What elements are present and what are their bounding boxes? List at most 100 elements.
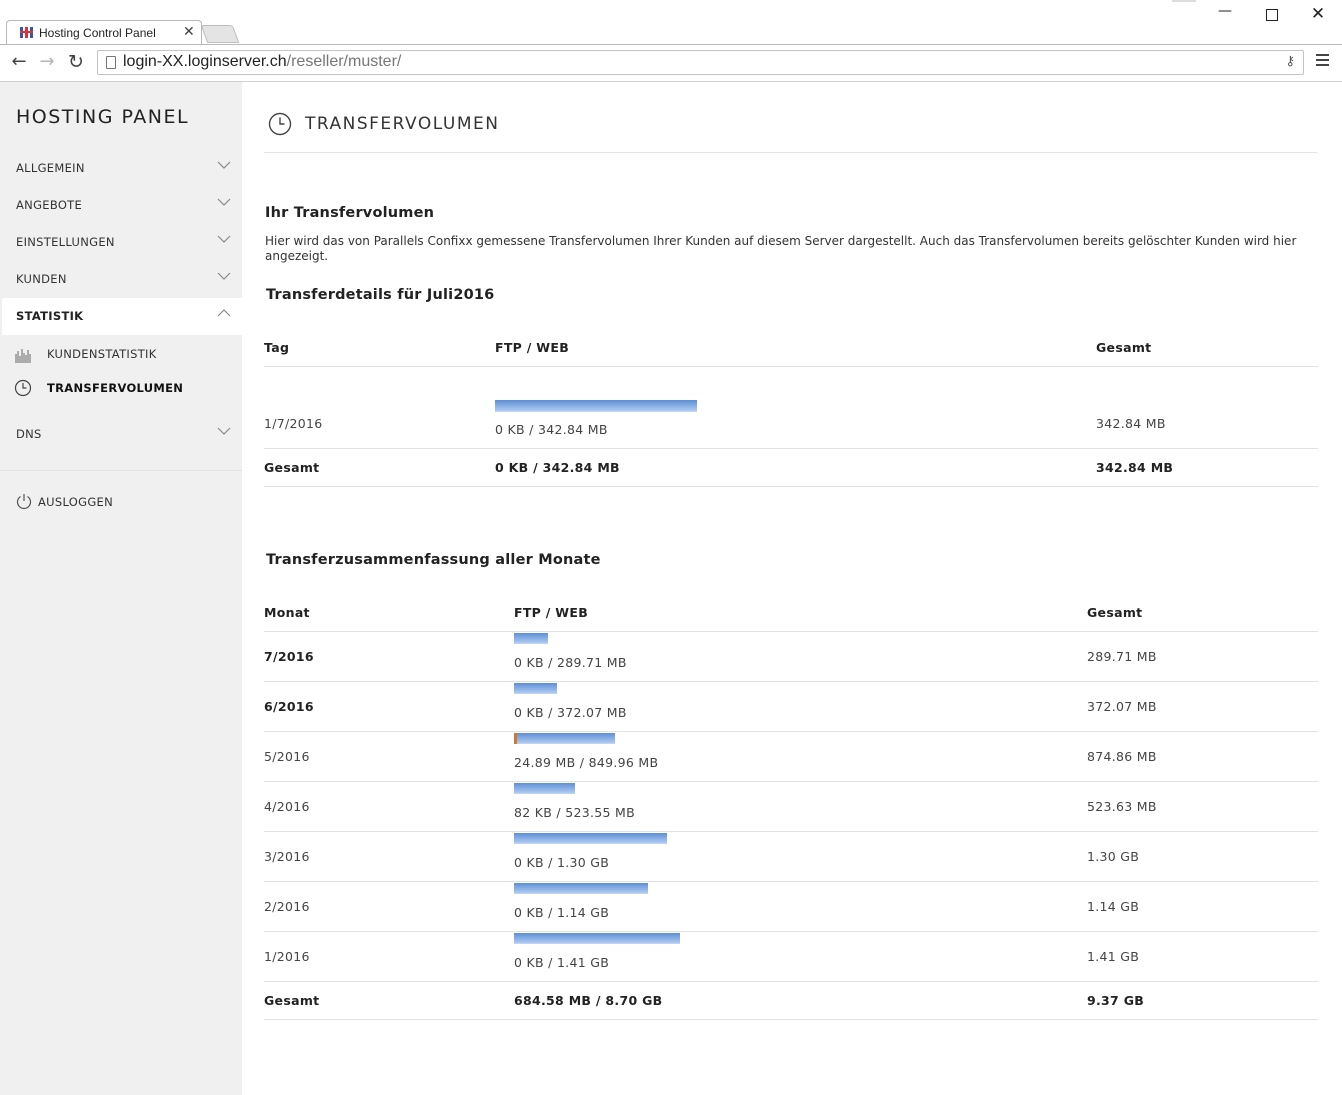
summary-col-month: Monat <box>264 605 310 620</box>
logout-label: AUSLOGGEN <box>38 495 114 509</box>
chevron-down-icon <box>217 235 231 243</box>
summary-ftpweb: 0 KB / 372.07 MB <box>514 705 627 720</box>
chevron-down-icon <box>217 427 231 435</box>
summary-transfer-bar <box>514 883 648 894</box>
details-day: 1/7/2016 <box>264 416 323 431</box>
key-icon[interactable]: ⚷ <box>1285 54 1295 69</box>
power-icon <box>16 494 32 510</box>
summary-row-divider <box>264 781 1318 782</box>
summary-total: 523.63 MB <box>1087 799 1157 814</box>
main-content: TRANSFERVOLUMEN Ihr Transfervolumen Hier… <box>242 82 1342 1095</box>
summary-month: 7/2016 <box>264 649 314 664</box>
summary-sum-ftpweb: 684.58 MB / 8.70 GB <box>514 993 663 1008</box>
details-heading: Transferdetails für Juli2016 <box>266 287 495 303</box>
details-sum-label: Gesamt <box>264 460 320 475</box>
sub-item-transfervolumen[interactable]: TRANSFERVOLUMEN <box>0 373 242 403</box>
summary-row-divider <box>264 881 1318 882</box>
summary-transfer-bar <box>514 933 680 944</box>
window-close-icon[interactable]: ✕ <box>1306 4 1330 24</box>
details-row-divider <box>264 448 1318 449</box>
summary-sum-label: Gesamt <box>264 993 320 1008</box>
tab-title: Hosting Control Panel <box>39 26 156 40</box>
sub-item-label: KUNDENSTATISTIK <box>47 347 157 361</box>
nav-item-dns[interactable]: DNS <box>0 416 242 453</box>
page-title: TRANSFERVOLUMEN <box>305 114 500 134</box>
summary-total: 1.41 GB <box>1087 949 1140 964</box>
reload-icon[interactable]: ↻ <box>65 51 87 73</box>
summary-ftpweb: 0 KB / 289.71 MB <box>514 655 627 670</box>
favicon-icon <box>19 26 35 39</box>
summary-total: 289.71 MB <box>1087 649 1157 664</box>
summary-transfer-bar <box>514 833 667 844</box>
sidebar: HOSTING PANEL ALLGEMEIN ANGEBOTE EINSTEL… <box>0 82 242 1095</box>
summary-heading: Transferzusammenfassung aller Monate <box>266 552 601 568</box>
clock-icon <box>14 379 32 397</box>
clock-icon <box>268 112 292 136</box>
summary-total: 874.86 MB <box>1087 749 1157 764</box>
summary-transfer-bar <box>514 733 615 744</box>
minimize-icon[interactable]: — <box>1213 3 1237 23</box>
nav-item-kunden[interactable]: KUNDEN <box>0 261 242 298</box>
address-bar[interactable]: login-XX.loginserver.ch/reseller/muster/… <box>97 50 1304 75</box>
details-header-divider <box>264 366 1318 367</box>
summary-transfer-bar <box>514 683 557 694</box>
menu-icon[interactable] <box>1316 54 1329 69</box>
summary-transfer-bar <box>514 783 575 794</box>
chevron-down-icon <box>217 161 231 169</box>
summary-col-total: Gesamt <box>1087 605 1143 620</box>
url-path: /reseller/muster/ <box>286 53 402 70</box>
summary-row-divider <box>264 731 1318 732</box>
brand-title: HOSTING PANEL <box>16 106 190 128</box>
summary-row-divider <box>264 931 1318 932</box>
summary-ftpweb: 24.89 MB / 849.96 MB <box>514 755 659 770</box>
summary-ftpweb: 0 KB / 1.14 GB <box>514 905 610 920</box>
details-col-day: Tag <box>264 340 290 355</box>
browser-chrome: Hosting Control Panel ✕ — ✕ ← → ↻ login-… <box>0 0 1342 82</box>
summary-month: 5/2016 <box>264 749 310 764</box>
nav-item-einstellungen[interactable]: EINSTELLUNGEN <box>0 224 242 261</box>
summary-ftpweb: 0 KB / 1.30 GB <box>514 855 610 870</box>
details-sum-total: 342.84 MB <box>1096 460 1174 475</box>
maximize-icon[interactable] <box>1260 5 1284 25</box>
summary-row-divider <box>264 681 1318 682</box>
details-ftpweb: 0 KB / 342.84 MB <box>495 422 608 437</box>
intro-text: Hier wird das von Parallels Confixx geme… <box>265 234 1297 263</box>
browser-tab[interactable]: Hosting Control Panel ✕ <box>6 20 202 44</box>
url-host: login-XX.loginserver.ch <box>123 53 287 70</box>
chevron-down-icon <box>217 198 231 206</box>
summary-header-divider <box>264 631 1318 632</box>
nav-label: ANGEBOTE <box>16 198 83 212</box>
nav-item-allgemein[interactable]: ALLGEMEIN <box>0 150 242 187</box>
browser-toolbar: ← → ↻ login-XX.loginserver.ch/reseller/m… <box>0 44 1342 81</box>
logout-button[interactable]: AUSLOGGEN <box>0 486 242 516</box>
new-tab-button[interactable] <box>200 25 240 43</box>
forward-arrow-icon[interactable]: → <box>36 51 58 73</box>
nav-item-angebote[interactable]: ANGEBOTE <box>0 187 242 224</box>
nav-label: ALLGEMEIN <box>16 161 85 175</box>
summary-total: 1.30 GB <box>1087 849 1140 864</box>
summary-sum-divider <box>264 1019 1318 1020</box>
page-icon <box>106 56 116 69</box>
sidebar-divider <box>0 470 242 471</box>
summary-transfer-bar <box>514 633 548 644</box>
summary-month: 3/2016 <box>264 849 310 864</box>
details-sum-ftpweb: 0 KB / 342.84 MB <box>495 460 620 475</box>
url-text[interactable]: login-XX.loginserver.ch/reseller/muster/ <box>123 53 401 71</box>
nav-item-statistik[interactable]: STATISTIK <box>2 298 242 335</box>
summary-month: 1/2016 <box>264 949 310 964</box>
nav-label: EINSTELLUNGEN <box>16 235 115 249</box>
chevron-up-icon <box>217 309 231 317</box>
summary-ftpweb: 82 KB / 523.55 MB <box>514 805 635 820</box>
summary-total: 372.07 MB <box>1087 699 1157 714</box>
summary-col-ftpweb: FTP / WEB <box>514 605 589 620</box>
nav-label: STATISTIK <box>16 309 84 323</box>
summary-month: 2/2016 <box>264 899 310 914</box>
chevron-down-icon <box>217 272 231 280</box>
tab-close-icon[interactable]: ✕ <box>183 24 195 40</box>
sub-item-kundenstatistik[interactable]: KUNDENSTATISTIK <box>0 339 242 369</box>
sub-item-label: TRANSFERVOLUMEN <box>47 381 184 395</box>
summary-row-divider <box>264 831 1318 832</box>
summary-ftpweb: 0 KB / 1.41 GB <box>514 955 610 970</box>
back-arrow-icon[interactable]: ← <box>8 51 30 73</box>
details-col-ftpweb: FTP / WEB <box>495 340 570 355</box>
